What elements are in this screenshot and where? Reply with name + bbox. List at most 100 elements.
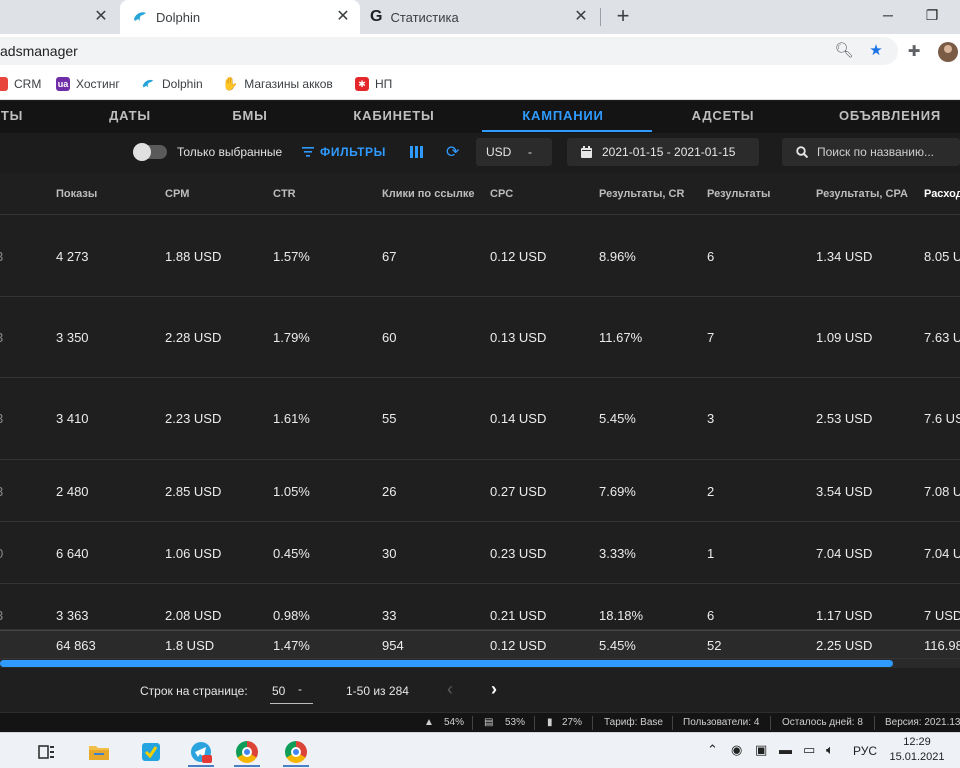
tab-statistics[interactable]: G Статистика ✕: [362, 0, 598, 34]
minimize-icon[interactable]: ─: [876, 4, 900, 26]
omnibox[interactable]: adsmanager 🔍︎ ★: [0, 37, 898, 65]
bookmark-np[interactable]: ✱ НП: [355, 75, 392, 93]
active-tab-indicator: [482, 130, 652, 132]
cpm-cell: 2.08 USD: [165, 608, 222, 623]
tab-dates[interactable]: ДАТЫ: [100, 101, 160, 133]
tab-cabinets[interactable]: КАБИНЕТЫ: [345, 101, 443, 133]
bookmarks-bar: CRM ua Хостинг Dolphin ✋ Магазины акков …: [0, 68, 960, 100]
disk-icon: ▮: [547, 717, 553, 728]
bookmark-dolphin[interactable]: Dolphin: [140, 75, 203, 93]
ctr-cell: 1.61%: [273, 411, 310, 426]
close-icon[interactable]: ✕: [334, 8, 352, 26]
toggle-knob: [133, 143, 151, 161]
task-view-icon[interactable]: [30, 737, 64, 767]
results-total: 52: [707, 638, 722, 653]
refresh-icon[interactable]: ⟳: [446, 142, 459, 162]
filters-button[interactable]: ФИЛЬТРЫ: [302, 141, 386, 163]
network-icon[interactable]: ▭: [803, 742, 815, 758]
volume-icon[interactable]: 🔈︎: [826, 742, 834, 758]
status-divider: [534, 716, 535, 730]
horizontal-scrollbar[interactable]: [0, 659, 960, 668]
table-row[interactable]: 0 6 640 1.06 USD 0.45% 30 0.23 USD 3.33%…: [0, 522, 960, 584]
tray-app-icon[interactable]: ◉: [731, 742, 742, 758]
tab-dolphin[interactable]: Dolphin ✕: [120, 0, 360, 34]
column-header[interactable]: CPC: [490, 188, 513, 200]
address-bar-row: adsmanager 🔍︎ ★ ✚: [0, 34, 960, 68]
disk-usage: 27%: [562, 717, 583, 728]
filters-label: ФИЛЬТРЫ: [320, 145, 386, 159]
prev-page-button[interactable]: ‹: [440, 678, 460, 700]
scrollbar-thumb[interactable]: [0, 660, 893, 667]
ua-icon: ua: [56, 77, 70, 91]
telegram-icon[interactable]: [184, 737, 218, 767]
column-header[interactable]: Результаты, CPA: [816, 188, 908, 200]
columns-icon[interactable]: [410, 146, 424, 158]
page-range: 1-50 из 284: [346, 684, 409, 698]
chrome-icon[interactable]: [279, 737, 313, 767]
tab-accounts[interactable]: ТЫ: [0, 101, 24, 133]
column-header[interactable]: Клики по ссылке: [382, 188, 474, 200]
column-header[interactable]: Расход: [924, 188, 960, 200]
chrome-icon[interactable]: [230, 737, 264, 767]
search-placeholder: Поиск по названию...: [817, 145, 935, 159]
date-range-picker[interactable]: 2021-01-15 - 2021-01-15: [567, 138, 759, 166]
results-cell: 1: [707, 546, 715, 561]
table-row[interactable]: 3 3 350 2.28 USD 1.79% 60 0.13 USD 11.67…: [0, 297, 960, 378]
column-header[interactable]: CTR: [273, 188, 296, 200]
zoom-search-icon[interactable]: 🔍︎: [834, 41, 854, 61]
tab-adsets[interactable]: АДСЕТЫ: [686, 101, 760, 133]
bookmark-hosting[interactable]: ua Хостинг: [56, 75, 120, 93]
bookmark-account-shops[interactable]: ✋ Магазины акков: [222, 75, 333, 93]
status-bar: ▲ 54% ▤ 53% ▮ 27% Тариф: Base Пользовате…: [0, 712, 960, 732]
chevron-down-icon: -: [528, 145, 532, 159]
next-page-button[interactable]: ›: [484, 678, 504, 700]
column-header[interactable]: Результаты: [707, 188, 770, 200]
only-selected-toggle[interactable]: [133, 143, 167, 161]
ctr-cell: 0.45%: [273, 546, 310, 561]
rows-per-page-select[interactable]: 50 -: [270, 678, 313, 704]
tab-ads[interactable]: ОБЪЯВЛЕНИЯ: [838, 101, 942, 133]
column-header[interactable]: Показы: [56, 188, 97, 200]
task-view-glyph: [38, 745, 54, 759]
close-icon[interactable]: ✕: [92, 8, 110, 26]
extensions-icon[interactable]: ✚: [904, 42, 924, 62]
new-tab-button[interactable]: +: [612, 5, 634, 27]
chevron-up-icon[interactable]: ⌃: [707, 742, 718, 758]
currency-select[interactable]: USD -: [476, 138, 552, 166]
tray-security-icon[interactable]: ▣: [755, 742, 767, 758]
date-range-value: 2021-01-15 - 2021-01-15: [602, 145, 736, 159]
battery-icon[interactable]: ▬: [779, 742, 792, 757]
table-row[interactable]: 3 3 410 2.23 USD 1.61% 55 0.14 USD 5.45%…: [0, 378, 960, 460]
spend-cell: 7.63 U: [924, 330, 960, 345]
totals-row: 64 863 1.8 USD 1.47% 954 0.12 USD 5.45% …: [0, 630, 960, 659]
clock[interactable]: 12:29 15.01.2021: [884, 735, 950, 765]
pinned-app-icon[interactable]: [134, 737, 168, 767]
file-explorer-icon[interactable]: [82, 737, 116, 767]
clock-date: 15.01.2021: [889, 751, 945, 763]
table-row[interactable]: 3 2 480 2.85 USD 1.05% 26 0.27 USD 7.69%…: [0, 460, 960, 522]
cr-cell: 8.96%: [599, 249, 636, 264]
tab-title: Dolphin: [156, 9, 201, 25]
search-input[interactable]: Поиск по названию...: [782, 138, 960, 166]
table-row[interactable]: 3 3 363 2.08 USD 0.98% 33 0.21 USD 18.18…: [0, 584, 960, 630]
cpm-cell: 2.85 USD: [165, 484, 222, 499]
language-indicator[interactable]: РУС: [853, 744, 877, 758]
column-header[interactable]: CPM: [165, 188, 189, 200]
avatar[interactable]: [938, 42, 958, 62]
bookmark-label: Магазины акков: [244, 77, 333, 91]
app-glyph: [142, 743, 160, 761]
bookmark-star-icon[interactable]: ★: [866, 41, 886, 61]
close-icon[interactable]: ✕: [572, 8, 590, 26]
link-clicks-total: 954: [382, 638, 404, 653]
only-selected-label: Только выбранные: [177, 145, 283, 159]
ctr-cell: 1.57%: [273, 249, 310, 264]
tab-separator: [600, 8, 601, 26]
tab-previous[interactable]: ✕: [0, 0, 118, 34]
bookmark-crm[interactable]: CRM: [0, 75, 41, 93]
tab-campaigns[interactable]: КАМПАНИИ: [510, 101, 616, 133]
tab-bms[interactable]: БМЫ: [222, 101, 278, 133]
maximize-icon[interactable]: ❐: [920, 4, 944, 26]
column-header[interactable]: Результаты, CR: [599, 188, 684, 200]
cpa-cell: 1.34 USD: [816, 249, 873, 264]
table-row[interactable]: 3 4 273 1.88 USD 1.57% 67 0.12 USD 8.96%…: [0, 215, 960, 297]
